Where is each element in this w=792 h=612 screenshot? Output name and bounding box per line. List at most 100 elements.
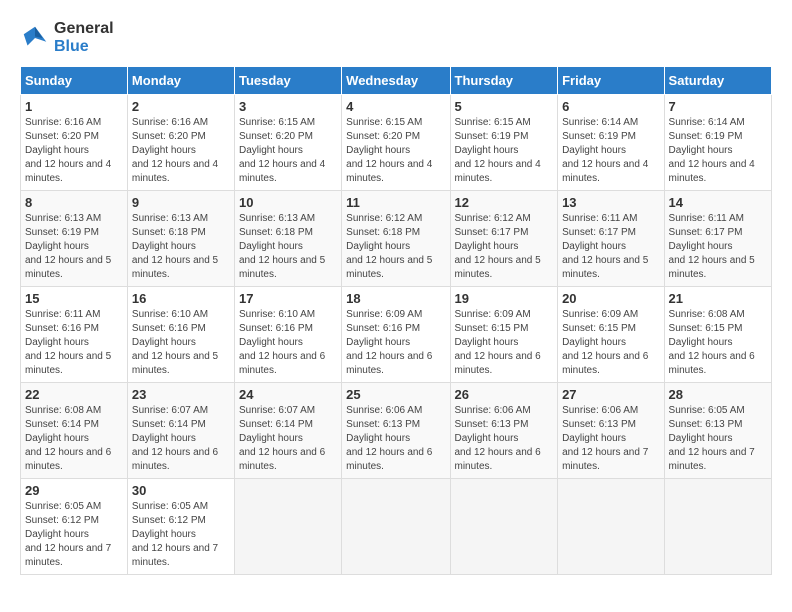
day-info: Sunrise: 6:12 AM Sunset: 6:17 PM Dayligh… <box>455 212 554 282</box>
day-number: 11 <box>346 195 445 210</box>
day-number: 9 <box>132 195 230 210</box>
calendar-day-cell: 9 Sunrise: 6:13 AM Sunset: 6:18 PM Dayli… <box>127 191 234 287</box>
day-info: Sunrise: 6:12 AM Sunset: 6:18 PM Dayligh… <box>346 212 445 282</box>
logo-icon <box>20 23 50 53</box>
page-header: GeneralBlue <box>20 20 772 56</box>
day-number: 28 <box>669 387 767 402</box>
day-number: 2 <box>132 99 230 114</box>
day-number: 27 <box>562 387 659 402</box>
day-info: Sunrise: 6:09 AM Sunset: 6:15 PM Dayligh… <box>562 308 659 378</box>
calendar-day-cell: 7 Sunrise: 6:14 AM Sunset: 6:19 PM Dayli… <box>664 95 771 191</box>
calendar-table: SundayMondayTuesdayWednesdayThursdayFrid… <box>20 66 772 575</box>
calendar-day-cell: 3 Sunrise: 6:15 AM Sunset: 6:20 PM Dayli… <box>234 95 341 191</box>
calendar-day-cell: 21 Sunrise: 6:08 AM Sunset: 6:15 PM Dayl… <box>664 287 771 383</box>
calendar-day-cell: 5 Sunrise: 6:15 AM Sunset: 6:19 PM Dayli… <box>450 95 558 191</box>
day-info: Sunrise: 6:05 AM Sunset: 6:12 PM Dayligh… <box>132 500 230 570</box>
day-number: 24 <box>239 387 337 402</box>
calendar-day-cell: 29 Sunrise: 6:05 AM Sunset: 6:12 PM Dayl… <box>21 479 128 575</box>
day-info: Sunrise: 6:05 AM Sunset: 6:13 PM Dayligh… <box>669 404 767 474</box>
day-info: Sunrise: 6:13 AM Sunset: 6:18 PM Dayligh… <box>132 212 230 282</box>
day-number: 13 <box>562 195 659 210</box>
calendar-day-cell: 23 Sunrise: 6:07 AM Sunset: 6:14 PM Dayl… <box>127 383 234 479</box>
calendar-week-row: 22 Sunrise: 6:08 AM Sunset: 6:14 PM Dayl… <box>21 383 772 479</box>
weekday-header: Wednesday <box>342 67 450 95</box>
calendar-day-cell <box>234 479 341 575</box>
day-number: 5 <box>455 99 554 114</box>
calendar-week-row: 8 Sunrise: 6:13 AM Sunset: 6:19 PM Dayli… <box>21 191 772 287</box>
calendar-day-cell: 15 Sunrise: 6:11 AM Sunset: 6:16 PM Dayl… <box>21 287 128 383</box>
day-info: Sunrise: 6:15 AM Sunset: 6:20 PM Dayligh… <box>239 116 337 186</box>
calendar-day-cell: 18 Sunrise: 6:09 AM Sunset: 6:16 PM Dayl… <box>342 287 450 383</box>
day-number: 3 <box>239 99 337 114</box>
day-info: Sunrise: 6:16 AM Sunset: 6:20 PM Dayligh… <box>132 116 230 186</box>
calendar-day-cell: 22 Sunrise: 6:08 AM Sunset: 6:14 PM Dayl… <box>21 383 128 479</box>
calendar-day-cell: 2 Sunrise: 6:16 AM Sunset: 6:20 PM Dayli… <box>127 95 234 191</box>
day-info: Sunrise: 6:06 AM Sunset: 6:13 PM Dayligh… <box>455 404 554 474</box>
calendar-day-cell: 10 Sunrise: 6:13 AM Sunset: 6:18 PM Dayl… <box>234 191 341 287</box>
calendar-day-cell: 14 Sunrise: 6:11 AM Sunset: 6:17 PM Dayl… <box>664 191 771 287</box>
day-info: Sunrise: 6:07 AM Sunset: 6:14 PM Dayligh… <box>132 404 230 474</box>
calendar-week-row: 15 Sunrise: 6:11 AM Sunset: 6:16 PM Dayl… <box>21 287 772 383</box>
day-info: Sunrise: 6:15 AM Sunset: 6:20 PM Dayligh… <box>346 116 445 186</box>
calendar-day-cell <box>342 479 450 575</box>
weekday-header: Tuesday <box>234 67 341 95</box>
calendar-day-cell: 12 Sunrise: 6:12 AM Sunset: 6:17 PM Dayl… <box>450 191 558 287</box>
day-number: 17 <box>239 291 337 306</box>
day-number: 6 <box>562 99 659 114</box>
day-number: 8 <box>25 195 123 210</box>
calendar-day-cell: 26 Sunrise: 6:06 AM Sunset: 6:13 PM Dayl… <box>450 383 558 479</box>
calendar-header: SundayMondayTuesdayWednesdayThursdayFrid… <box>21 67 772 95</box>
calendar-day-cell: 1 Sunrise: 6:16 AM Sunset: 6:20 PM Dayli… <box>21 95 128 191</box>
weekday-header: Monday <box>127 67 234 95</box>
calendar-body: 1 Sunrise: 6:16 AM Sunset: 6:20 PM Dayli… <box>21 95 772 575</box>
calendar-day-cell: 25 Sunrise: 6:06 AM Sunset: 6:13 PM Dayl… <box>342 383 450 479</box>
day-number: 26 <box>455 387 554 402</box>
day-info: Sunrise: 6:16 AM Sunset: 6:20 PM Dayligh… <box>25 116 123 186</box>
day-info: Sunrise: 6:10 AM Sunset: 6:16 PM Dayligh… <box>132 308 230 378</box>
day-number: 22 <box>25 387 123 402</box>
calendar-day-cell: 6 Sunrise: 6:14 AM Sunset: 6:19 PM Dayli… <box>558 95 664 191</box>
calendar-day-cell: 30 Sunrise: 6:05 AM Sunset: 6:12 PM Dayl… <box>127 479 234 575</box>
day-info: Sunrise: 6:09 AM Sunset: 6:16 PM Dayligh… <box>346 308 445 378</box>
day-number: 12 <box>455 195 554 210</box>
day-number: 19 <box>455 291 554 306</box>
weekday-header: Saturday <box>664 67 771 95</box>
day-info: Sunrise: 6:06 AM Sunset: 6:13 PM Dayligh… <box>562 404 659 474</box>
day-number: 18 <box>346 291 445 306</box>
day-info: Sunrise: 6:14 AM Sunset: 6:19 PM Dayligh… <box>669 116 767 186</box>
calendar-day-cell <box>664 479 771 575</box>
day-number: 1 <box>25 99 123 114</box>
calendar-day-cell: 19 Sunrise: 6:09 AM Sunset: 6:15 PM Dayl… <box>450 287 558 383</box>
logo: GeneralBlue <box>20 20 114 56</box>
day-info: Sunrise: 6:14 AM Sunset: 6:19 PM Dayligh… <box>562 116 659 186</box>
calendar-day-cell: 20 Sunrise: 6:09 AM Sunset: 6:15 PM Dayl… <box>558 287 664 383</box>
day-info: Sunrise: 6:13 AM Sunset: 6:18 PM Dayligh… <box>239 212 337 282</box>
calendar-day-cell: 28 Sunrise: 6:05 AM Sunset: 6:13 PM Dayl… <box>664 383 771 479</box>
day-info: Sunrise: 6:08 AM Sunset: 6:14 PM Dayligh… <box>25 404 123 474</box>
weekday-header: Friday <box>558 67 664 95</box>
day-info: Sunrise: 6:07 AM Sunset: 6:14 PM Dayligh… <box>239 404 337 474</box>
calendar-day-cell: 24 Sunrise: 6:07 AM Sunset: 6:14 PM Dayl… <box>234 383 341 479</box>
day-number: 21 <box>669 291 767 306</box>
calendar-day-cell <box>558 479 664 575</box>
day-info: Sunrise: 6:10 AM Sunset: 6:16 PM Dayligh… <box>239 308 337 378</box>
day-number: 30 <box>132 483 230 498</box>
day-info: Sunrise: 6:13 AM Sunset: 6:19 PM Dayligh… <box>25 212 123 282</box>
day-number: 25 <box>346 387 445 402</box>
calendar-day-cell: 8 Sunrise: 6:13 AM Sunset: 6:19 PM Dayli… <box>21 191 128 287</box>
day-number: 16 <box>132 291 230 306</box>
day-info: Sunrise: 6:11 AM Sunset: 6:16 PM Dayligh… <box>25 308 123 378</box>
day-info: Sunrise: 6:09 AM Sunset: 6:15 PM Dayligh… <box>455 308 554 378</box>
calendar-day-cell: 13 Sunrise: 6:11 AM Sunset: 6:17 PM Dayl… <box>558 191 664 287</box>
day-number: 7 <box>669 99 767 114</box>
logo-text: GeneralBlue <box>54 20 114 56</box>
day-number: 23 <box>132 387 230 402</box>
day-info: Sunrise: 6:11 AM Sunset: 6:17 PM Dayligh… <box>562 212 659 282</box>
weekday-header: Sunday <box>21 67 128 95</box>
calendar-day-cell: 4 Sunrise: 6:15 AM Sunset: 6:20 PM Dayli… <box>342 95 450 191</box>
day-info: Sunrise: 6:15 AM Sunset: 6:19 PM Dayligh… <box>455 116 554 186</box>
calendar-day-cell: 27 Sunrise: 6:06 AM Sunset: 6:13 PM Dayl… <box>558 383 664 479</box>
day-number: 10 <box>239 195 337 210</box>
weekday-header: Thursday <box>450 67 558 95</box>
calendar-day-cell <box>450 479 558 575</box>
